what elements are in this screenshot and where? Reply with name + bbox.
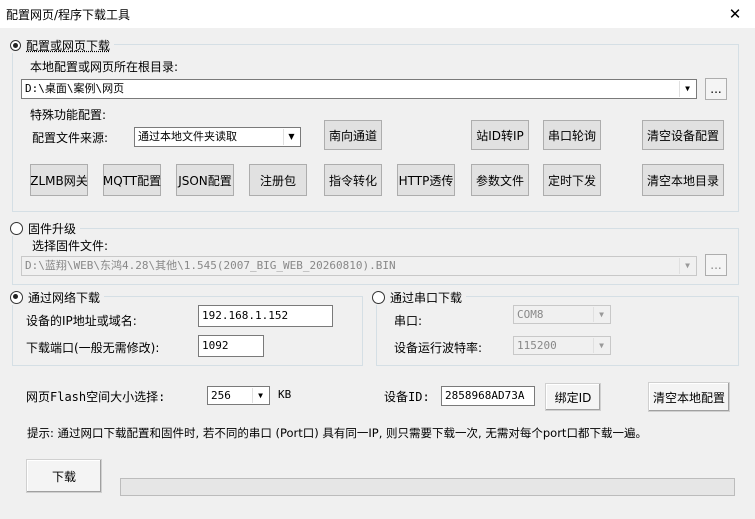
window-title: 配置网页/程序下载工具: [6, 8, 131, 22]
special-config-label: 特殊功能配置:: [30, 108, 107, 122]
root-dir-value: D:\桌面\案例\网页: [25, 82, 125, 95]
tip-text: 提示: 通过网口下载配置和固件时, 若不同的串口 (Port口) 具有同一IP,…: [27, 426, 647, 440]
chevron-down-icon: ▼: [593, 338, 609, 353]
clear-local-config-button[interactable]: 清空本地配置: [648, 382, 730, 412]
network-radio[interactable]: [10, 290, 23, 304]
baud-rate-select: 115200 ▼: [513, 336, 611, 355]
firmware-browse-button: ...: [705, 254, 727, 276]
download-port-input[interactable]: 1092: [198, 335, 264, 357]
json-config-button[interactable]: JSON配置: [176, 164, 234, 196]
register-packet-button[interactable]: 注册包: [249, 164, 307, 196]
device-id-input[interactable]: 2858968AD73A: [441, 386, 535, 406]
device-id-label: 设备ID:: [384, 390, 430, 404]
chevron-down-icon[interactable]: ▼: [679, 81, 695, 97]
firmware-file-value: D:\蓝翔\WEB\东鸿4.28\其他\1.545(2007_BIG_WEB_2…: [25, 259, 396, 272]
serial-port-value: COM8: [517, 308, 544, 321]
close-icon[interactable]: ✕: [718, 2, 752, 26]
config-source-value: 通过本地文件夹读取: [138, 130, 237, 143]
root-dir-combo[interactable]: D:\桌面\案例\网页 ▼: [21, 79, 697, 99]
serial-port-select: COM8 ▼: [513, 305, 611, 324]
command-convert-button[interactable]: 指令转化: [324, 164, 382, 196]
device-ip-input[interactable]: 192.168.1.152: [198, 305, 333, 327]
download-progress-bar: [120, 478, 735, 496]
root-dir-browse-button[interactable]: ...: [705, 78, 727, 100]
baud-rate-label: 设备运行波特率:: [394, 341, 483, 355]
network-radio-label: 通过网络下载: [28, 290, 101, 305]
config-source-select[interactable]: 通过本地文件夹读取 ▼: [134, 127, 301, 147]
root-dir-label: 本地配置或网页所在根目录:: [30, 60, 179, 74]
serial-radio-label: 通过串口下载: [390, 290, 463, 305]
bind-id-button[interactable]: 绑定ID: [545, 383, 601, 411]
chevron-down-icon[interactable]: ▼: [283, 129, 299, 145]
serial-poll-button[interactable]: 串口轮询: [543, 120, 601, 150]
network-radio-area[interactable]: 通过网络下载: [6, 289, 105, 305]
clear-local-dir-button[interactable]: 清空本地目录: [642, 164, 724, 196]
flash-size-value: 256: [211, 389, 231, 402]
param-file-button[interactable]: 参数文件: [471, 164, 529, 196]
device-ip-label: 设备的IP地址或域名:: [26, 314, 137, 328]
chevron-down-icon[interactable]: ▼: [252, 388, 268, 403]
timed-send-button[interactable]: 定时下发: [543, 164, 601, 196]
clear-device-config-button[interactable]: 清空设备配置: [642, 120, 724, 150]
config-source-label: 配置文件来源:: [32, 131, 109, 145]
serial-radio-area[interactable]: 通过串口下载: [368, 289, 467, 305]
firmware-select-label: 选择固件文件:: [32, 239, 109, 253]
chevron-down-icon: ▼: [679, 258, 695, 274]
flash-size-select[interactable]: 256 ▼: [207, 386, 270, 405]
south-channel-button[interactable]: 南向通道: [324, 120, 382, 150]
web-download-radio-label: 配置或网页下载: [26, 38, 111, 53]
download-port-label: 下载端口(一般无需修改):: [26, 341, 160, 355]
web-download-radio[interactable]: [10, 39, 21, 51]
http-passthrough-button[interactable]: HTTP透传: [397, 164, 455, 196]
firmware-radio-area[interactable]: 固件升级: [6, 220, 81, 236]
zlmb-gateway-button[interactable]: ZLMB网关: [30, 164, 88, 196]
web-download-radio-area[interactable]: 配置或网页下载: [6, 37, 115, 53]
serial-radio[interactable]: [372, 290, 385, 304]
download-button[interactable]: 下载: [26, 459, 102, 493]
firmware-radio[interactable]: [10, 221, 23, 235]
firmware-radio-label: 固件升级: [28, 221, 77, 236]
baud-rate-value: 115200: [517, 339, 557, 352]
firmware-file-combo: D:\蓝翔\WEB\东鸿4.28\其他\1.545(2007_BIG_WEB_2…: [21, 256, 697, 276]
chevron-down-icon: ▼: [593, 307, 609, 322]
mqtt-config-button[interactable]: MQTT配置: [103, 164, 161, 196]
flash-unit-label: KB: [278, 388, 292, 401]
serial-port-label: 串口:: [394, 314, 423, 328]
station-id-button[interactable]: 站ID转IP: [471, 120, 529, 150]
flash-size-label: 网页Flash空间大小选择:: [26, 390, 166, 404]
